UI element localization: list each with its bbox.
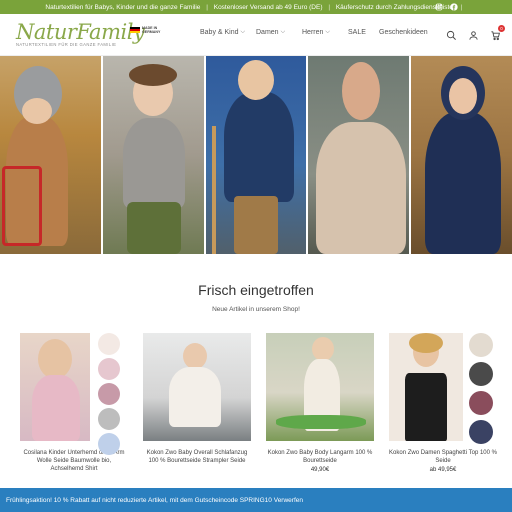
chevron-down-icon: ⌵ — [240, 29, 246, 35]
search-icon[interactable] — [444, 28, 458, 42]
chevron-down-icon: ⌵ — [280, 29, 286, 35]
color-swatch[interactable] — [98, 333, 120, 355]
german-flag-icon — [130, 26, 140, 34]
nav-item-damen[interactable]: Damen ⌵ — [256, 29, 302, 36]
announcement-text-2: Kostenloser Versand ab 49 Euro (DE) — [213, 3, 323, 11]
made-in-germany-badge: MADE IN GERMANY — [130, 26, 160, 34]
site-header: NaturFamily NATURTEXTILIEN FÜR DIE GANZE… — [0, 14, 512, 56]
color-swatch[interactable] — [469, 362, 493, 386]
hero-image-man-beige-sweater[interactable] — [308, 56, 410, 254]
cart-count-badge: 0 — [498, 25, 505, 32]
main-nav: Baby & Kind ⌵ Damen ⌵ Herren ⌵ SALE Geschen… — [200, 29, 428, 36]
promo-text[interactable]: Frühlingsaktion! 10 % Rabatt auf nicht r… — [6, 497, 303, 504]
section-subtitle: Neue Artikel in unserem Shop! — [212, 306, 300, 313]
announcement-bar: Naturtextilien für Babys, Kinder und die… — [0, 0, 512, 14]
hero-image-boy-navy-jacket[interactable] — [205, 56, 307, 254]
color-swatches — [469, 333, 493, 444]
color-swatch[interactable] — [98, 408, 120, 430]
color-swatch[interactable] — [469, 391, 493, 415]
color-swatch[interactable] — [98, 358, 120, 380]
announcement-text-1: Naturtextilien für Babys, Kinder und die… — [45, 3, 201, 11]
hero-image-woman-navy-coat[interactable] — [411, 56, 512, 254]
color-swatch[interactable] — [469, 333, 493, 357]
promo-bar: Frühlingsaktion! 10 % Rabatt auf nicht r… — [0, 488, 512, 512]
chevron-down-icon: ⌵ — [325, 29, 330, 35]
product-title[interactable]: Kokon Zwo Baby Body Langarm 100 % Bouret… — [266, 449, 374, 465]
product-card[interactable]: Kokon Zwo Baby Overall Schlafanzug 100 %… — [143, 333, 251, 467]
logo[interactable]: NaturFamily NATURTEXTILIEN FÜR DIE GANZE… — [16, 20, 145, 47]
section-title: Frisch eingetroffen — [198, 282, 314, 298]
product-card[interactable]: Kokon Zwo Baby Body Langarm 100 % Bouret… — [266, 333, 374, 473]
hero-banner — [0, 56, 512, 254]
color-swatches — [98, 333, 120, 455]
product-image[interactable] — [389, 333, 463, 441]
hero-image-toddler-grey-sweater[interactable] — [102, 56, 204, 254]
nav-item-sale[interactable]: SALE — [348, 29, 379, 36]
account-icon[interactable] — [466, 28, 480, 42]
nav-item-herren[interactable]: Herren ⌵ — [302, 29, 348, 36]
product-image[interactable] — [143, 333, 251, 441]
nav-item-geschenkideen[interactable]: Geschenkideen — [379, 29, 428, 36]
instagram-icon[interactable] — [434, 2, 444, 12]
divider: | — [206, 3, 208, 11]
nav-item-baby-kind[interactable]: Baby & Kind ⌵ — [200, 29, 256, 36]
product-price: 49,90€ — [310, 467, 330, 473]
product-title[interactable]: Kokon Zwo Damen Spaghetti Top 100 % Seid… — [389, 449, 497, 465]
facebook-icon[interactable] — [449, 2, 459, 12]
color-swatch[interactable] — [98, 433, 120, 455]
header-actions: 0 — [436, 25, 505, 42]
cart-icon[interactable]: 0 — [488, 25, 505, 42]
hero-image-child-red-wagon[interactable] — [0, 56, 101, 254]
product-price: ab 49,95€ — [429, 467, 457, 473]
product-image[interactable] — [20, 333, 90, 441]
logo-wordmark: NaturFamily — [16, 20, 145, 44]
product-card[interactable]: Kokon Zwo Damen Spaghetti Top 100 % Seid… — [389, 333, 497, 473]
divider: | — [460, 3, 463, 11]
product-image[interactable] — [266, 333, 374, 441]
color-swatch[interactable] — [469, 420, 493, 444]
germany-label: GERMANY — [142, 30, 161, 34]
product-card[interactable]: Cosilana Kinder Unterhemd ohne Arm Wolle… — [20, 333, 128, 475]
divider: | — [328, 3, 331, 11]
color-swatch[interactable] — [98, 383, 120, 405]
product-title[interactable]: Kokon Zwo Baby Overall Schlafanzug 100 %… — [143, 449, 251, 465]
